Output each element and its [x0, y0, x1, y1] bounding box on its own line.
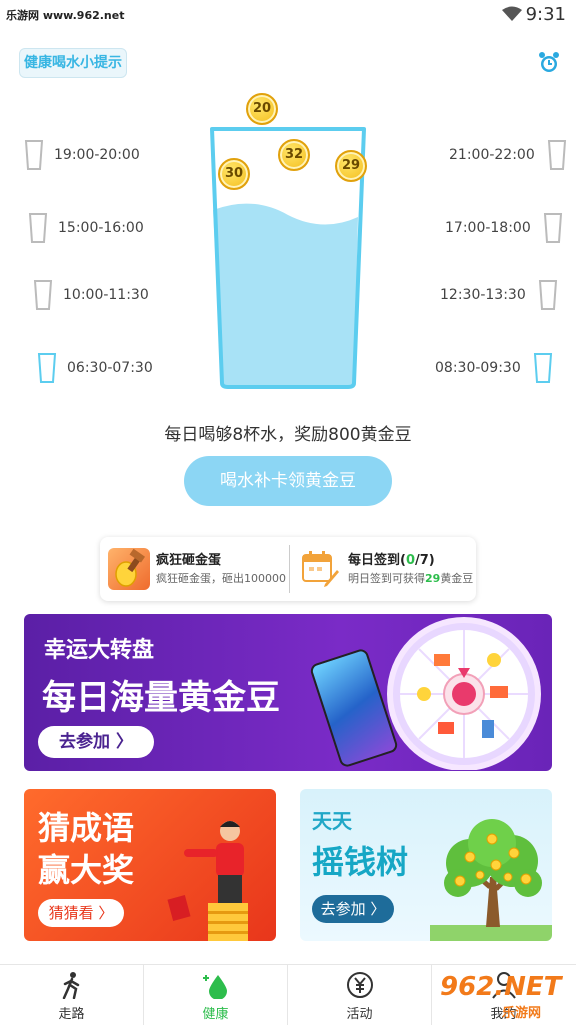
banner-main-text: 每日海量黄金豆 [42, 678, 280, 718]
checkin-sub-num: 29 [425, 572, 441, 585]
yuan-coin-icon [346, 972, 373, 998]
cup-filled-icon [37, 353, 57, 383]
cup-filled-icon [533, 353, 552, 383]
status-source-text: 乐游网 www.962.net [6, 9, 125, 22]
cup-icon [33, 280, 53, 310]
banner-title: 幸运大转盘 [44, 638, 155, 663]
reward-text: 每日喝够8杯水，奖励800黄金豆 [164, 425, 412, 445]
checkin-sub-suffix: 黄金豆 [440, 572, 474, 585]
tab-walk[interactable]: 走路 [0, 965, 144, 1025]
water-drop-icon [202, 975, 227, 999]
tab-health[interactable]: 健康 [144, 965, 288, 1025]
slot-left-3[interactable]: 10:00-11:30 [33, 280, 149, 310]
checkin-done-count: 0 [405, 553, 415, 568]
wifi-icon [502, 6, 522, 26]
slot-time: 10:00-11:30 [63, 287, 149, 303]
slot-time: 12:30-13:30 [440, 287, 526, 303]
checkin-task-title[interactable]: 每日签到(0/7) [348, 549, 435, 568]
divider [289, 545, 290, 593]
slot-time: 21:00-22:00 [449, 147, 535, 163]
slot-time: 06:30-07:30 [67, 360, 153, 376]
cup-icon [547, 140, 566, 170]
coin[interactable]: 30 [218, 158, 250, 190]
slot-right-1[interactable]: 21:00-22:00 [449, 140, 567, 170]
slot-left-1[interactable]: 19:00-20:00 [24, 140, 140, 170]
checkin-sub-prefix: 明日签到可获得 [348, 572, 425, 585]
site-watermark: 962.NET 乐游网 [440, 972, 570, 1021]
cup-icon [28, 213, 48, 243]
money-tree-banner[interactable]: 天天 摇钱树 去参加 〉 [300, 789, 552, 941]
join-button[interactable]: 去参加 〉 [38, 726, 154, 758]
alarm-clock-icon[interactable] [537, 51, 561, 79]
slot-time: 08:30-09:30 [435, 360, 521, 376]
slot-time: 15:00-16:00 [58, 220, 144, 236]
lucky-wheel-banner[interactable]: 幸运大转盘 每日海量黄金豆 去参加 〉 [24, 614, 552, 771]
status-time: 9:31 [525, 4, 566, 25]
tab-label: 活动 [346, 1007, 373, 1022]
coin[interactable]: 20 [246, 93, 278, 125]
egg-task-sub: 疯狂砸金蛋，砸出100000 [156, 572, 286, 585]
checkin-title-text: 每日签到( [348, 553, 406, 568]
slot-left-2[interactable]: 15:00-16:00 [28, 213, 144, 243]
watermark-main: 962.NET [440, 972, 562, 1002]
slot-right-4[interactable]: 08:30-09:30 [435, 353, 553, 383]
checkin-task-sub: 明日签到可获得29黄金豆 [348, 570, 473, 586]
slot-time: 17:00-18:00 [445, 220, 531, 236]
cup-icon [24, 140, 44, 170]
banner-title: 猜成语 [38, 809, 135, 847]
banner-subtitle: 摇钱树 [312, 843, 409, 881]
health-tip-button[interactable]: 健康喝水小提示 [19, 48, 127, 78]
cup-icon [538, 280, 557, 310]
money-tree-illustration [430, 817, 552, 941]
cup-icon [543, 213, 562, 243]
task-card: 疯狂砸金蛋 疯狂砸金蛋，砸出100000 每日签到(0/7) 明日签到可获得29… [100, 537, 476, 601]
coin[interactable]: 32 [278, 139, 310, 171]
banner-subtitle: 赢大奖 [38, 851, 135, 889]
tab-label: 走路 [58, 1007, 85, 1022]
join-button[interactable]: 去参加 〉 [312, 895, 394, 923]
tab-label: 健康 [202, 1007, 229, 1022]
watermark-sub: 乐游网 [502, 1006, 542, 1021]
walking-person-icon [62, 972, 79, 999]
banner-title: 天天 [312, 809, 352, 833]
coin[interactable]: 29 [335, 150, 367, 182]
golden-egg-icon[interactable] [108, 548, 150, 590]
makeup-reward-button[interactable]: 喝水补卡领黄金豆 [184, 456, 392, 506]
person-coins-illustration [167, 821, 248, 941]
calendar-checkin-icon[interactable] [300, 548, 340, 592]
prize-wheel-image [374, 616, 546, 771]
checkin-total: /7) [415, 553, 435, 568]
slot-right-3[interactable]: 12:30-13:30 [440, 280, 558, 310]
slot-left-4[interactable]: 06:30-07:30 [37, 353, 153, 383]
guess-button[interactable]: 猜猜看 〉 [38, 899, 124, 927]
slot-time: 19:00-20:00 [54, 147, 140, 163]
guess-idiom-banner[interactable]: 猜成语 赢大奖 猜猜看 〉 [24, 789, 276, 941]
status-bar: 乐游网 www.962.net 9:31 [0, 0, 576, 30]
tab-activity[interactable]: 活动 [288, 965, 432, 1025]
slot-right-2[interactable]: 17:00-18:00 [445, 213, 563, 243]
egg-task-title[interactable]: 疯狂砸金蛋 [156, 549, 221, 568]
